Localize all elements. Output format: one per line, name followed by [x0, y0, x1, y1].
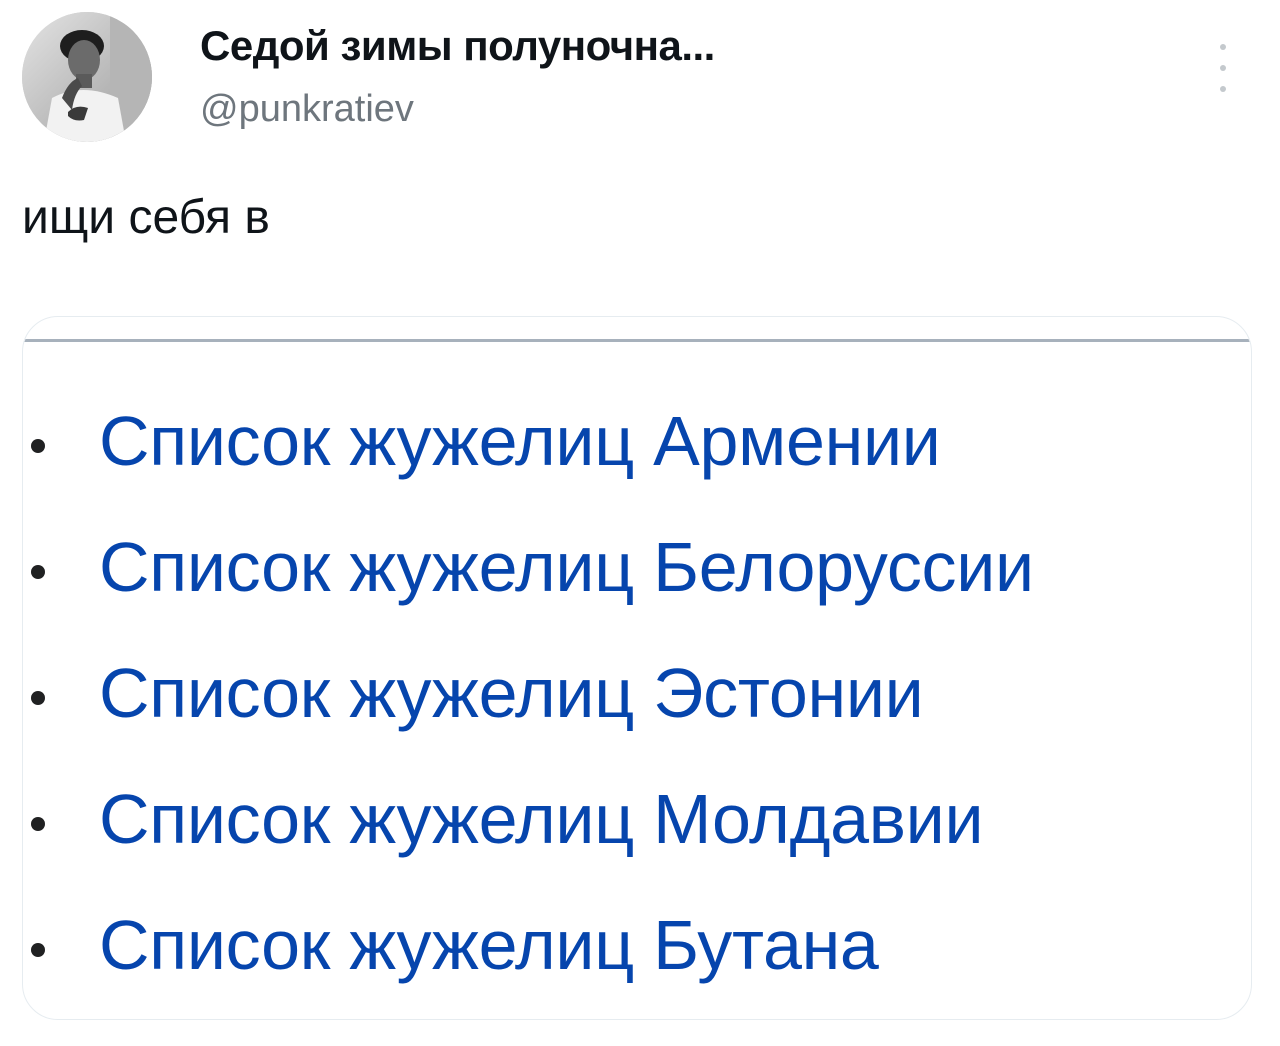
media-card[interactable]: Список жужелиц Армении Список жужелиц Бе…: [22, 316, 1252, 1020]
more-dot: [1220, 65, 1226, 71]
divider: [23, 339, 1251, 342]
display-name[interactable]: Седой зимы полуночна...: [200, 22, 715, 70]
bullet-icon: [31, 565, 45, 579]
tweet: Седой зимы полуночна... @punkratiev ищи …: [0, 0, 1280, 1046]
wiki-link[interactable]: Список жужелиц Эстонии: [99, 653, 924, 733]
bullet-icon: [31, 817, 45, 831]
wiki-link[interactable]: Список жужелиц Бутана: [99, 905, 879, 985]
avatar-photo-icon: [22, 12, 152, 142]
more-dot: [1220, 44, 1226, 50]
more-dot: [1220, 86, 1226, 92]
bullet-icon: [31, 691, 45, 705]
user-handle[interactable]: @punkratiev: [200, 88, 414, 131]
bullet-icon: [31, 943, 45, 957]
more-vertical-icon[interactable]: [1208, 44, 1238, 92]
wiki-link[interactable]: Список жужелиц Молдавии: [99, 779, 984, 859]
bullet-icon: [31, 439, 45, 453]
avatar[interactable]: [22, 12, 152, 142]
wiki-link[interactable]: Список жужелиц Армении: [99, 401, 941, 481]
tweet-text: ищи себя в: [22, 191, 270, 244]
wiki-link[interactable]: Список жужелиц Белоруссии: [99, 527, 1034, 607]
